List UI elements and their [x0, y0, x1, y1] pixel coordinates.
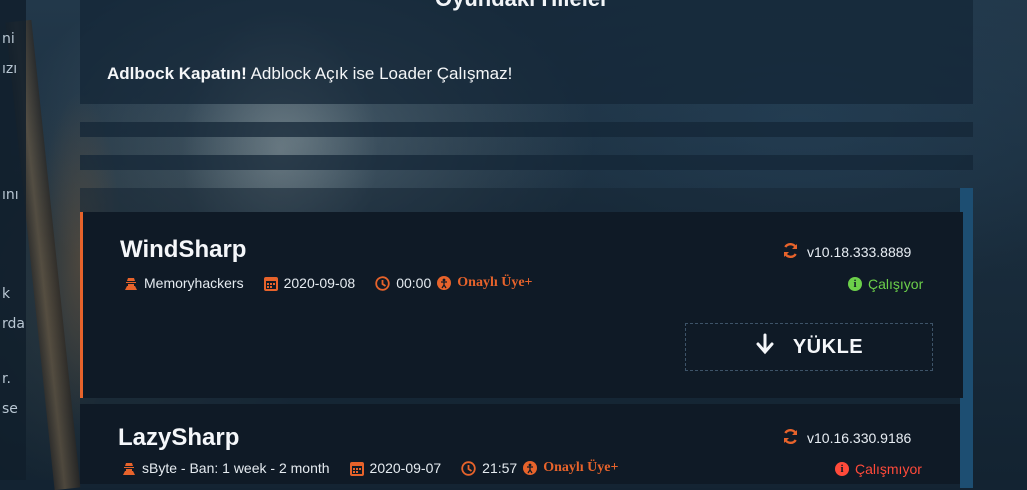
status-badge: i Çalışıyor	[848, 276, 923, 292]
sidebar-fragment-6: r.	[2, 371, 11, 387]
cheat-time: 00:00	[396, 275, 432, 291]
sidebar-fragment-4: k	[2, 286, 11, 302]
sidebar-fragment-7: se	[2, 401, 18, 417]
cheat-time: 21:57	[482, 460, 518, 476]
info-icon: i	[835, 462, 849, 476]
notice-text: Adblock Açık ise Loader Çalışmaz!	[246, 64, 513, 83]
sidebar-fragment-3: ını	[2, 187, 19, 203]
access-icon	[523, 461, 538, 475]
calendar-icon	[263, 276, 278, 291]
cheat-author: Memoryhackers	[144, 275, 244, 291]
notice-panel	[80, 0, 973, 104]
notice-bold: Adlbock Kapatın!	[107, 64, 247, 83]
cheat-version: v10.16.330.9186	[782, 428, 911, 448]
clock-icon	[375, 275, 390, 291]
clock-icon	[461, 460, 476, 476]
cheat-version: v10.18.333.8889	[782, 242, 911, 262]
status-text: Çalışıyor	[868, 276, 924, 292]
cheat-meta: Memoryhackers 2020-09-08 00:00 Onaylı Üy…	[124, 275, 533, 291]
page-title: Oyundaki Hileler	[435, 0, 609, 12]
calendar-icon	[349, 461, 364, 476]
user-secret-icon	[122, 461, 136, 476]
access-level-badge: Onaylı Üye+	[543, 460, 619, 475]
access-icon	[437, 276, 452, 290]
refresh-icon	[782, 428, 799, 448]
status-badge: i Çalışmıyor	[835, 461, 922, 477]
divider-bar	[80, 122, 973, 137]
divider-bar	[80, 155, 973, 170]
cheat-meta: sByte - Ban: 1 week - 2 month 2020-09-07…	[122, 460, 618, 476]
info-icon: i	[848, 277, 862, 291]
sidebar-fragment: ni ızı ını k rda r. se	[0, 0, 26, 480]
refresh-icon	[782, 242, 799, 262]
status-text: Çalışmıyor	[855, 461, 922, 477]
adblock-notice: Adlbock Kapatın! Adblock Açık ise Loader…	[107, 64, 512, 84]
sidebar-fragment-1: ni	[2, 31, 15, 47]
access-level-badge: Onaylı Üye+	[457, 275, 533, 290]
download-label: YÜKLE	[792, 335, 864, 358]
download-button[interactable]: YÜKLE	[685, 323, 933, 371]
cheat-title[interactable]: WindSharp	[120, 236, 246, 264]
arrow-down-icon	[755, 333, 775, 361]
cheat-title[interactable]: LazySharp	[118, 424, 239, 452]
user-secret-icon	[124, 276, 138, 291]
sidebar-fragment-2: ızı	[2, 61, 18, 77]
cheat-date: 2020-09-08	[283, 275, 356, 291]
version-number: v10.16.330.9186	[807, 430, 912, 446]
sidebar-fragment-5: rda	[2, 316, 25, 332]
version-number: v10.18.333.8889	[807, 244, 912, 260]
cheat-date: 2020-09-07	[369, 460, 442, 476]
cheat-author: sByte - Ban: 1 week - 2 month	[142, 460, 330, 476]
